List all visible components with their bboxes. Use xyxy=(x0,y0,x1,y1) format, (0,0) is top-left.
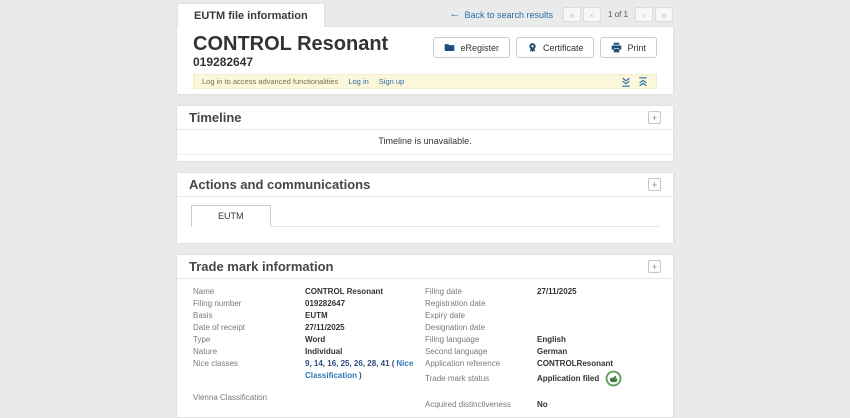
trademark-toggle-button[interactable]: + xyxy=(648,260,661,273)
signup-link[interactable]: Sign up xyxy=(379,77,404,86)
last-page-button[interactable]: » xyxy=(655,7,673,22)
actions-section-title: Actions and communications xyxy=(189,177,370,192)
previous-page-button[interactable]: ‹ xyxy=(583,7,601,22)
timeline-toggle-button[interactable]: + xyxy=(648,111,661,124)
header-card: CONTROL Resonant 019282647 eRegister Cer… xyxy=(177,27,673,94)
section-expand-controls xyxy=(621,77,648,87)
next-page-button[interactable]: › xyxy=(635,7,653,22)
certificate-label: Certificate xyxy=(543,43,584,53)
header-buttons: eRegister Certificate Print xyxy=(433,33,657,69)
top-controls: ← Back to search results « ‹ 1 of 1 › » xyxy=(449,7,673,27)
timeline-unavailable-message: Timeline is unavailable. xyxy=(177,136,673,154)
printer-icon xyxy=(611,42,622,53)
eregister-button[interactable]: eRegister xyxy=(433,37,510,58)
pagination-status: 1 of 1 xyxy=(608,10,628,19)
trademark-left-column: Name CONTROL Resonant Filing number 0192… xyxy=(193,286,425,411)
folder-icon xyxy=(444,42,455,53)
login-banner: Log in to access advanced functionalitie… xyxy=(193,74,657,89)
eregister-label: eRegister xyxy=(460,43,499,53)
field-designation-date: Designation date xyxy=(425,322,657,334)
certificate-seal-icon xyxy=(527,42,538,53)
login-banner-message: Log in to access advanced functionalitie… xyxy=(202,77,338,86)
nice-classes-suffix: ) xyxy=(359,371,362,380)
first-page-button[interactable]: « xyxy=(563,7,581,22)
top-bar: EUTM file information ← Back to search r… xyxy=(177,0,673,27)
collapse-all-icon[interactable] xyxy=(621,77,631,87)
timeline-divider xyxy=(177,154,673,161)
trademark-info-section: Trade mark information + Name CONTROL Re… xyxy=(177,255,673,417)
actions-empty-area xyxy=(191,227,659,243)
actions-content: EUTM xyxy=(177,197,673,243)
page-title: CONTROL Resonant xyxy=(193,33,388,55)
back-link-label: Back to search results xyxy=(464,10,553,20)
actions-section-header: Actions and communications + xyxy=(177,173,673,197)
field-nice-classes: Nice classes 9, 14, 16, 25, 26, 28, 41 (… xyxy=(193,358,425,382)
field-application-reference: Application reference CONTROLResonant xyxy=(425,358,657,370)
field-nature: Nature Individual xyxy=(193,346,425,358)
right-column-spacer xyxy=(425,387,657,399)
field-registration-date: Registration date xyxy=(425,298,657,310)
field-filing-language: Filing language English xyxy=(425,334,657,346)
tab-eutm-file-information[interactable]: EUTM file information xyxy=(177,3,325,27)
timeline-section: Timeline + Timeline is unavailable. xyxy=(177,106,673,161)
left-column-spacer xyxy=(193,382,425,392)
field-trademark-status: Trade mark status Application filed xyxy=(425,370,657,387)
title-block: CONTROL Resonant 019282647 xyxy=(193,33,388,69)
timeline-section-title: Timeline xyxy=(189,110,242,125)
field-vienna-classification: Vienna Classification xyxy=(193,392,425,404)
status-text: Application filed xyxy=(537,373,599,385)
tab-label: EUTM file information xyxy=(194,10,308,22)
field-expiry-date: Expiry date xyxy=(425,310,657,322)
field-date-of-receipt: Date of receipt 27/11/2025 xyxy=(193,322,425,334)
trademark-right-column: Filing date 27/11/2025 Registration date… xyxy=(425,286,657,411)
certificate-button[interactable]: Certificate xyxy=(516,37,595,58)
trademark-fields: Name CONTROL Resonant Filing number 0192… xyxy=(177,279,673,417)
expand-all-icon[interactable] xyxy=(638,77,648,87)
field-filing-date: Filing date 27/11/2025 xyxy=(425,286,657,298)
header-row: CONTROL Resonant 019282647 eRegister Cer… xyxy=(193,33,657,69)
trademark-number: 019282647 xyxy=(193,55,388,69)
field-acquired-distinctiveness: Acquired distinctiveness No xyxy=(425,399,657,411)
actions-section: Actions and communications + EUTM xyxy=(177,173,673,243)
back-to-search-link[interactable]: ← Back to search results xyxy=(449,10,553,20)
tab-eutm[interactable]: EUTM xyxy=(191,205,271,227)
actions-toggle-button[interactable]: + xyxy=(648,178,661,191)
print-button[interactable]: Print xyxy=(600,37,657,58)
field-name: Name CONTROL Resonant xyxy=(193,286,425,298)
trademark-section-title: Trade mark information xyxy=(189,259,333,274)
field-second-language: Second language German xyxy=(425,346,657,358)
timeline-content: Timeline is unavailable. xyxy=(177,130,673,161)
actions-tab-bar: EUTM xyxy=(191,205,659,227)
login-link[interactable]: Log in xyxy=(348,77,368,86)
pagination: « ‹ 1 of 1 › » xyxy=(563,7,673,22)
application-filed-status-icon xyxy=(605,370,622,387)
nice-classes-values: 9, 14, 16, 25, 26, 28, 41 ( xyxy=(305,359,394,368)
content-container: EUTM file information ← Back to search r… xyxy=(177,0,673,418)
trademark-section-header: Trade mark information + xyxy=(177,255,673,279)
print-label: Print xyxy=(627,43,646,53)
timeline-section-header: Timeline + xyxy=(177,106,673,130)
back-arrow-icon: ← xyxy=(449,10,460,19)
field-basis: Basis EUTM xyxy=(193,310,425,322)
field-filing-number: Filing number 019282647 xyxy=(193,298,425,310)
field-type: Type Word xyxy=(193,334,425,346)
